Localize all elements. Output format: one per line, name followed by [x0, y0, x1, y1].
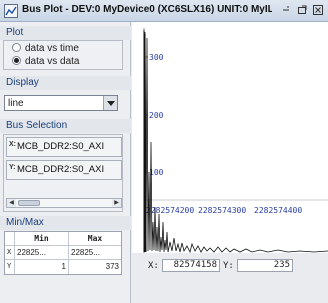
maximize-icon [298, 5, 307, 14]
cursor-x-label: X: [148, 261, 159, 271]
radio-label: data vs data [25, 56, 80, 67]
minmax-section-header: Min/Max [0, 216, 131, 230]
title-bar[interactable]: Bus Plot - DEV:0 MyDevice0 (XC6SLX16) UN… [0, 0, 328, 22]
scroll-right-icon[interactable]: ▶ [112, 199, 121, 207]
restore-icon [283, 6, 289, 11]
window-title: Bus Plot - DEV:0 MyDevice0 (XC6SLX16) UN… [22, 4, 272, 15]
x-axis-marker: X: [9, 141, 16, 148]
bus-selection-header: Bus Selection [0, 119, 131, 133]
cursor-y-value: 235 [237, 259, 293, 272]
column-header-min: Min [34, 234, 49, 243]
row-label-x: X [7, 248, 12, 256]
radio-label: data vs time [25, 43, 79, 54]
radio-unchecked-icon [12, 43, 21, 52]
x-tick-label: 2282574300 [198, 206, 246, 215]
x-max-value: 22825... [71, 248, 100, 257]
close-icon [313, 5, 323, 15]
y-bus-field[interactable]: Y: MCB_DDR2:S0_AXI [6, 160, 122, 180]
display-section-header: Display [0, 76, 131, 90]
plot-mode-group: data vs time data vs data [3, 40, 123, 70]
radio-data-vs-time[interactable]: data vs time [12, 43, 79, 55]
control-panel: Plot data vs time data vs data Display l… [0, 22, 131, 303]
chevron-down-icon[interactable] [103, 96, 117, 110]
x-bus-name: MCB_DDR2:S0_AXI [17, 141, 105, 152]
y-tick-label: 200 [149, 111, 164, 120]
x-tick-label: 2282574200 [146, 206, 194, 215]
y-max-value: 373 [105, 262, 119, 271]
x-min-value: 22825... [17, 248, 46, 257]
cursor-status-bar: X: 82574158 Y: 235 [132, 253, 328, 303]
data-line-series [143, 31, 328, 253]
y-tick-label: 300 [149, 53, 164, 62]
x-ticks: 2282574200 2282574300 2282574400 [146, 206, 302, 215]
cursor-x-value: 82574158 [162, 259, 220, 272]
table-divider [5, 245, 121, 246]
scrollbar-thumb[interactable] [18, 200, 40, 206]
radio-checked-icon [12, 56, 21, 65]
plot-section-header: Plot [0, 26, 131, 40]
minmax-table: Min Max X 22825... 22825... Y 1 373 [4, 231, 122, 275]
bus-plot-canvas[interactable]: 300 200 100 2282574200 2282574300 228257… [132, 22, 328, 253]
scroll-left-icon[interactable]: ◀ [7, 199, 16, 207]
y-min-value: 1 [61, 262, 66, 271]
column-header-max: Max [87, 234, 103, 243]
bus-list-scrollbar[interactable]: ◀ ▶ [6, 198, 122, 208]
table-divider [5, 259, 121, 260]
cursor-y-label: Y: [223, 261, 234, 271]
y-axis-marker: Y: [9, 164, 16, 171]
app-icon [4, 4, 18, 18]
plot-svg: 300 200 100 2282574200 2282574300 228257… [143, 28, 328, 253]
restore-window-button[interactable] [280, 4, 292, 16]
x-bus-field[interactable]: X: MCB_DDR2:S0_AXI [6, 137, 122, 157]
x-tick-label: 2282574400 [254, 206, 302, 215]
data-line-series-dense [143, 29, 147, 253]
display-mode-value: line [8, 98, 24, 109]
maximize-window-button[interactable] [296, 4, 308, 16]
display-mode-select[interactable]: line [4, 95, 118, 111]
bus-plot-window: Bus Plot - DEV:0 MyDevice0 (XC6SLX16) UN… [0, 0, 328, 303]
radio-data-vs-data[interactable]: data vs data [12, 56, 79, 68]
close-window-button[interactable] [312, 4, 324, 16]
row-label-y: Y [7, 262, 12, 270]
y-bus-name: MCB_DDR2:S0_AXI [17, 164, 105, 175]
